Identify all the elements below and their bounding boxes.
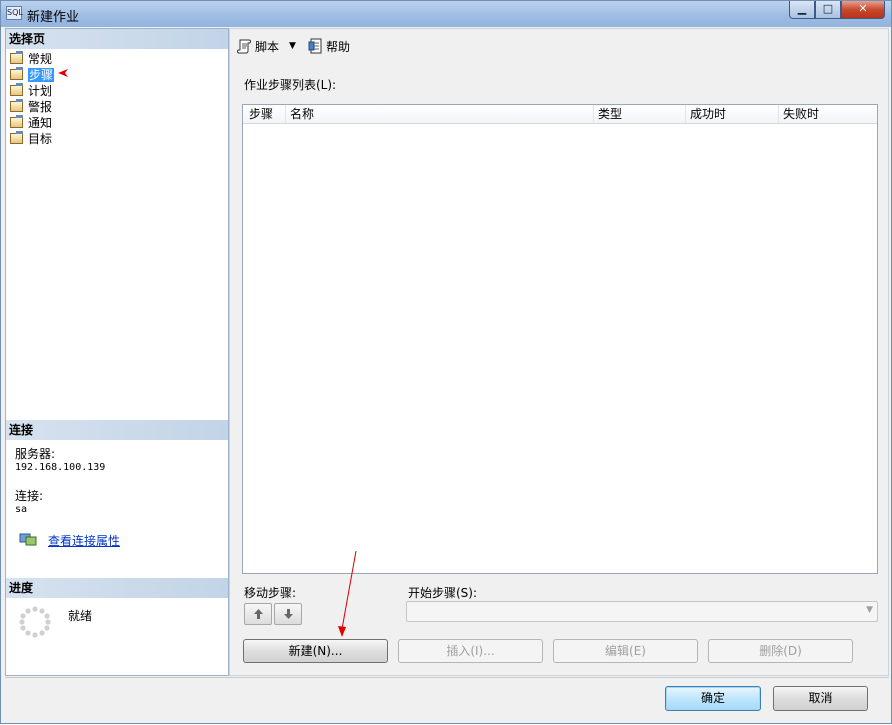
column-name[interactable]: 名称	[290, 107, 314, 121]
script-dropdown-icon[interactable]: ▼	[289, 41, 296, 51]
column-separator	[285, 105, 286, 123]
page-icon	[10, 83, 23, 96]
delete-step-button[interactable]: 删除(D)	[708, 639, 853, 663]
script-label: 脚本	[255, 39, 280, 54]
page-icon	[10, 51, 23, 64]
footer-divider	[5, 677, 889, 678]
left-pane: 选择页 常规 步骤 计划 警报 通知 目标 连接 服务器: 192.168.10…	[5, 28, 229, 676]
maximize-button[interactable]: □	[815, 1, 841, 19]
column-separator	[778, 105, 779, 123]
step-list-label: 作业步骤列表(L):	[244, 78, 337, 92]
page-item-targets[interactable]: 目标	[8, 131, 54, 147]
help-button[interactable]: 帮助	[307, 38, 351, 55]
help-label: 帮助	[325, 39, 350, 54]
insert-step-button[interactable]: 插入(I)...	[398, 639, 543, 663]
new-job-dialog: SQL 新建作业 ▁ □ ✕ 选择页 常规 步骤 计划 警报 通知 目标 连接 …	[0, 0, 892, 724]
page-item-alerts[interactable]: 警报	[8, 99, 54, 115]
window-title: 新建作业	[27, 10, 80, 25]
page-item-general[interactable]: 常规	[8, 51, 54, 67]
server-value: 192.168.100.139	[15, 462, 106, 473]
page-item-notifications[interactable]: 通知	[8, 115, 54, 131]
page-icon	[10, 67, 23, 80]
cancel-button[interactable]: 取消	[773, 686, 868, 711]
annotation-arrow-icon	[58, 69, 68, 77]
select-page-header: 选择页	[6, 29, 228, 49]
toolbar: 脚本 ▼ 帮助	[236, 36, 351, 56]
start-step-label: 开始步骤(S):	[408, 586, 478, 600]
help-icon	[308, 38, 322, 54]
new-step-button[interactable]: 新建(N)...	[243, 639, 388, 663]
move-down-button[interactable]	[274, 603, 302, 625]
view-connection-properties-link[interactable]: 查看连接属性	[48, 532, 120, 549]
close-button[interactable]: ✕	[841, 1, 885, 19]
progress-status: 就绪	[68, 609, 93, 623]
column-type[interactable]: 类型	[598, 107, 622, 121]
page-icon	[10, 131, 23, 144]
page-icon	[10, 99, 23, 112]
script-button[interactable]: 脚本	[236, 38, 280, 55]
arrow-down-icon	[284, 609, 293, 619]
arrow-up-icon	[254, 609, 263, 619]
move-step-label: 移动步骤:	[244, 586, 297, 600]
page-item-steps[interactable]: 步骤	[8, 67, 55, 83]
minimize-button[interactable]: ▁	[789, 1, 815, 19]
connection-header: 连接	[6, 420, 228, 440]
column-step[interactable]: 步骤	[249, 107, 273, 121]
chevron-down-icon: ▼	[866, 605, 873, 615]
connection-properties-icon	[19, 533, 37, 546]
column-on-failure[interactable]: 失败时	[783, 107, 819, 121]
job-steps-grid[interactable]: 步骤 名称 类型 成功时 失败时	[242, 104, 878, 574]
connection-value: sa	[15, 504, 28, 515]
page-icon	[10, 115, 23, 128]
progress-header: 进度	[6, 578, 228, 598]
right-pane: 脚本 ▼ 帮助 作业步骤列表(L): 步骤 名称 类型 成功时 失败时 移动步骤…	[229, 28, 889, 676]
app-icon: SQL	[6, 6, 23, 20]
edit-step-button[interactable]: 编辑(E)	[553, 639, 698, 663]
page-item-schedules[interactable]: 计划	[8, 83, 54, 99]
script-icon	[237, 39, 251, 54]
connection-label: 连接:	[15, 489, 44, 503]
column-on-success[interactable]: 成功时	[690, 107, 726, 121]
progress-spinner-icon	[19, 606, 51, 638]
grid-header: 步骤 名称 类型 成功时 失败时	[243, 105, 877, 124]
ok-button[interactable]: 确定	[665, 686, 761, 711]
start-step-select[interactable]: ▼	[406, 601, 878, 622]
column-separator	[685, 105, 686, 123]
column-separator	[593, 105, 594, 123]
move-up-button[interactable]	[244, 603, 272, 625]
title-bar[interactable]: SQL 新建作业 ▁ □ ✕	[1, 1, 891, 27]
connection-info: 服务器: 192.168.100.139 连接: sa	[15, 448, 105, 516]
page-list: 常规 步骤 计划 警报 通知 目标	[8, 51, 55, 147]
server-label: 服务器:	[15, 447, 56, 461]
